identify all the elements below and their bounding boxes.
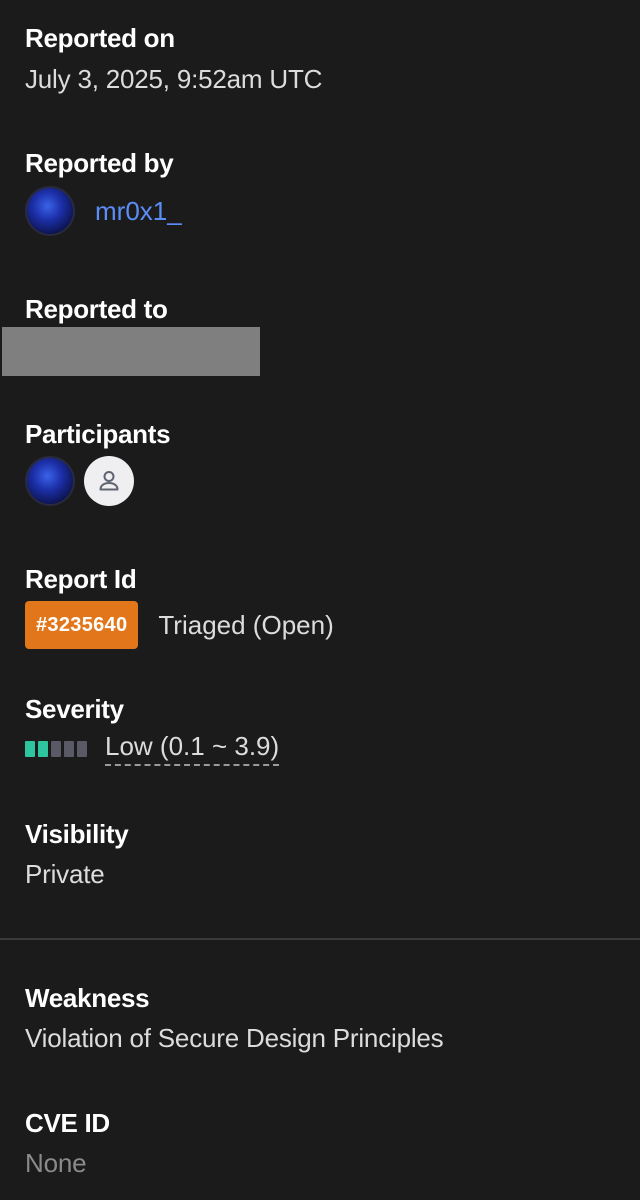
severity-bar-empty [64, 740, 74, 757]
severity-section: Severity Low (0.1 ~ 3.9) [25, 693, 615, 766]
participants-section: Participants [25, 418, 615, 506]
reported-on-section: Reported on July 3, 2025, 9:52am UTC [25, 22, 615, 95]
severity-meter [25, 740, 87, 757]
weakness-label: Weakness [25, 983, 150, 1013]
weakness-value: Violation of Secure Design Principles [25, 1023, 444, 1053]
visibility-section: Visibility Private [25, 818, 615, 890]
cve-value: None [25, 1148, 87, 1178]
visibility-label: Visibility [25, 819, 129, 849]
cve-label: CVE ID [25, 1108, 110, 1138]
severity-label: Severity [25, 694, 124, 724]
report-id-row: #3235640 Triaged (Open) [25, 601, 615, 649]
reported-by-label: Reported by [25, 148, 174, 178]
user-icon [99, 471, 119, 491]
visibility-value: Private [25, 859, 105, 889]
cve-section: CVE ID None [25, 1107, 615, 1179]
participant-default-avatar[interactable] [84, 456, 134, 506]
reported-on-label: Reported on [25, 23, 175, 53]
reported-to-redacted-block [2, 327, 260, 376]
reporter-avatar[interactable] [25, 186, 75, 236]
severity-row: Low (0.1 ~ 3.9) [25, 731, 615, 766]
section-divider [0, 938, 640, 940]
report-id-section: Report Id #3235640 Triaged (Open) [25, 563, 615, 649]
severity-bar-empty [51, 740, 61, 757]
reporter-row: mr0x1_ [25, 186, 615, 236]
report-status: Triaged (Open) [158, 609, 334, 640]
reported-by-section: Reported by mr0x1_ [25, 147, 615, 236]
severity-bar-filled [25, 740, 35, 757]
severity-bar-filled [38, 740, 48, 757]
reported-on-value: July 3, 2025, 9:52am UTC [25, 64, 323, 94]
severity-value-tooltip[interactable]: Low (0.1 ~ 3.9) [105, 731, 280, 766]
reported-to-section: Reported to [25, 293, 615, 325]
severity-bar-empty [77, 740, 87, 757]
participants-label: Participants [25, 419, 171, 449]
reported-to-label: Reported to [25, 294, 168, 324]
weakness-section: Weakness Violation of Secure Design Prin… [25, 982, 615, 1054]
participant-avatar[interactable] [25, 456, 75, 506]
participants-list [25, 456, 615, 506]
report-id-label: Report Id [25, 564, 137, 594]
reporter-username-link[interactable]: mr0x1_ [95, 196, 182, 227]
report-id-badge[interactable]: #3235640 [25, 601, 139, 649]
